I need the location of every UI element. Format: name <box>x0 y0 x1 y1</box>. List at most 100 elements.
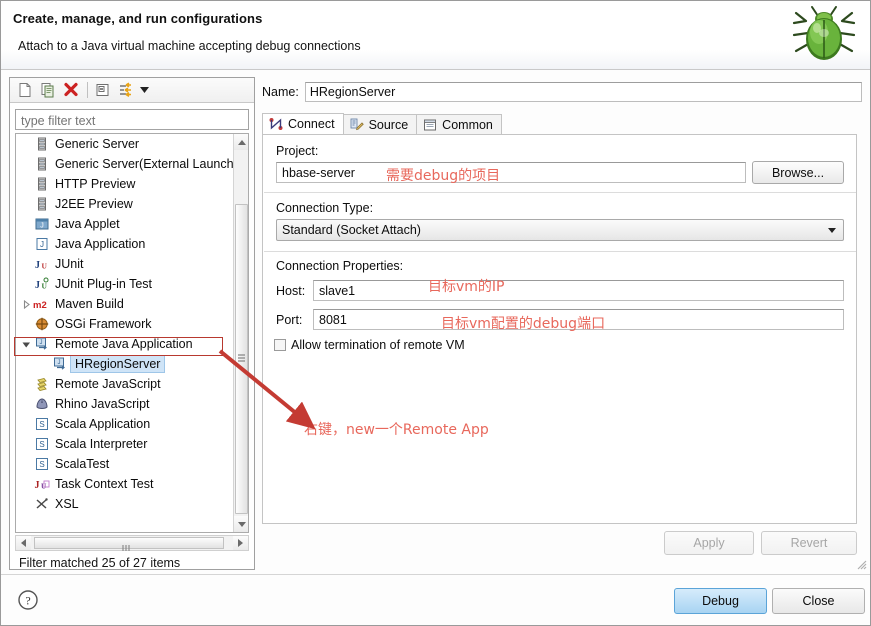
tree-item-remote-java-application[interactable]: J Remote Java Application <box>16 334 234 354</box>
tree-item-label: Generic Server(External Launch <box>55 157 234 171</box>
twisty-collapsed-icon[interactable] <box>20 294 33 314</box>
tree-item-list: Generic Server Generic Server(External La… <box>16 134 234 514</box>
scroll-down-icon[interactable] <box>234 516 248 532</box>
tree-item-remote-javascript[interactable]: Remote JavaScript <box>16 374 234 394</box>
tree-item-generic-server-external-launch[interactable]: Generic Server(External Launch <box>16 154 234 174</box>
dialog-header: Create, manage, and run configurations A… <box>1 1 870 70</box>
junit-task-icon: JU <box>33 475 51 493</box>
tree-item-j2ee-preview[interactable]: J2EE Preview <box>16 194 234 214</box>
scroll-left-icon[interactable] <box>16 536 31 550</box>
svg-text:S: S <box>39 420 44 429</box>
tree-item-scala-application[interactable]: S Scala Application <box>16 414 234 434</box>
port-input[interactable] <box>313 309 844 330</box>
name-input[interactable] <box>304 82 862 102</box>
close-button[interactable]: Close <box>772 588 865 614</box>
host-label: Host: <box>276 284 306 298</box>
remote-java-icon: J <box>51 355 69 373</box>
page-title: Create, manage, and run configurations <box>13 11 263 26</box>
tree-item-rhino-javascript[interactable]: Rhino JavaScript <box>16 394 234 414</box>
connect-tab-content: Project: Browse... Connection Type: Stan… <box>262 134 857 524</box>
filter-icon[interactable] <box>115 80 137 101</box>
scroll-right-icon[interactable] <box>233 536 248 550</box>
twisty-placeholder <box>20 394 33 414</box>
tree-item-generic-server[interactable]: Generic Server <box>16 134 234 154</box>
server-icon <box>33 155 51 173</box>
tree-item-junit-plug-in-test[interactable]: J U JUnit Plug-in Test <box>16 274 234 294</box>
project-label: Project: <box>276 144 319 158</box>
tree-toolbar <box>10 78 254 103</box>
tab-connect[interactable]: Connect <box>262 113 344 135</box>
tree-item-label: HTTP Preview <box>55 177 136 191</box>
tree-item-task-context-test[interactable]: J U Task Context Test <box>16 474 234 494</box>
tree-item-label: J2EE Preview <box>55 197 133 211</box>
browse-button[interactable]: Browse... <box>752 161 844 184</box>
connection-type-combo[interactable]: Standard (Socket Attach) <box>276 219 844 241</box>
host-input[interactable] <box>313 280 844 301</box>
tree-item-label: OSGi Framework <box>55 317 152 331</box>
tree-item-junit[interactable]: J U JUnit <box>16 254 234 274</box>
tab-source[interactable]: Source <box>342 114 418 135</box>
help-icon[interactable]: ? <box>17 589 39 611</box>
tree-item-maven-build[interactable]: m2 Maven Build <box>16 294 234 314</box>
twisty-placeholder <box>20 314 33 334</box>
svg-text:S: S <box>39 440 44 449</box>
new-configuration-icon[interactable] <box>14 80 36 101</box>
twisty-placeholder <box>20 494 33 514</box>
scala-icon: S <box>33 435 51 453</box>
junit-icon: JU <box>33 255 51 273</box>
port-label: Port: <box>276 313 303 327</box>
tree-item-java-application[interactable]: J Java Application <box>16 234 234 254</box>
tree-horizontal-scrollbar[interactable] <box>15 535 249 551</box>
svg-text:J: J <box>40 223 44 230</box>
tree-vertical-scrollbar[interactable] <box>233 134 248 532</box>
twisty-placeholder <box>20 154 33 174</box>
tree-item-label: Maven Build <box>55 297 124 311</box>
apply-button[interactable]: Apply <box>664 531 754 555</box>
scroll-up-icon[interactable] <box>234 134 248 150</box>
svg-text:J: J <box>40 240 44 249</box>
twisty-placeholder <box>20 474 33 494</box>
server-icon <box>33 175 51 193</box>
collapse-all-icon[interactable] <box>92 80 114 101</box>
revert-button[interactable]: Revert <box>761 531 857 555</box>
allow-termination-checkbox[interactable] <box>274 339 286 351</box>
twisty-placeholder <box>20 214 33 234</box>
server-icon <box>33 135 51 153</box>
remote-java-icon: J <box>33 335 51 353</box>
tree-item-label: HRegionServer <box>70 355 166 373</box>
source-icon <box>349 117 365 133</box>
allow-termination-checkbox-row[interactable]: Allow termination of remote VM <box>274 338 465 352</box>
tree-item-osgi-framework[interactable]: OSGi Framework <box>16 314 234 334</box>
debug-button[interactable]: Debug <box>674 588 767 614</box>
tab-source-label: Source <box>368 118 409 132</box>
tree-item-label: JUnit Plug-in Test <box>55 277 153 291</box>
tree-item-label: JUnit <box>55 257 84 271</box>
svg-text:J: J <box>35 260 40 271</box>
configurations-tree[interactable]: Generic Server Generic Server(External La… <box>15 133 249 533</box>
remote-javascript-icon <box>33 375 51 393</box>
delete-configuration-icon[interactable] <box>60 80 82 101</box>
tree-item-label: Generic Server <box>55 137 140 151</box>
tree-item-http-preview[interactable]: HTTP Preview <box>16 174 234 194</box>
tree-item-xsl[interactable]: XSL <box>16 494 234 514</box>
chevron-down-icon[interactable] <box>138 80 151 100</box>
tab-common[interactable]: Common <box>416 114 502 135</box>
twisty-expanded-icon[interactable] <box>20 334 33 354</box>
tree-item-label: XSL <box>55 497 79 511</box>
tree-item-scalatest[interactable]: S ScalaTest <box>16 454 234 474</box>
maven-icon: m2 <box>33 295 51 313</box>
divider-2 <box>264 251 856 252</box>
project-input[interactable] <box>276 162 746 183</box>
tree-item-java-applet[interactable]: J Java Applet <box>16 214 234 234</box>
page-subtitle: Attach to a Java virtual machine accepti… <box>18 39 361 53</box>
twisty-placeholder <box>20 194 33 214</box>
junit-plugin-icon: JU <box>33 275 51 293</box>
filter-input[interactable] <box>15 109 249 130</box>
duplicate-configuration-icon[interactable] <box>37 80 59 101</box>
tree-item-hregionserver[interactable]: J HRegionServer <box>16 354 234 374</box>
java-applet-icon: J <box>33 215 51 233</box>
tree-item-scala-interpreter[interactable]: S Scala Interpreter <box>16 434 234 454</box>
twisty-placeholder <box>20 234 33 254</box>
svg-text:J: J <box>58 360 61 366</box>
resize-grip[interactable] <box>857 559 867 570</box>
